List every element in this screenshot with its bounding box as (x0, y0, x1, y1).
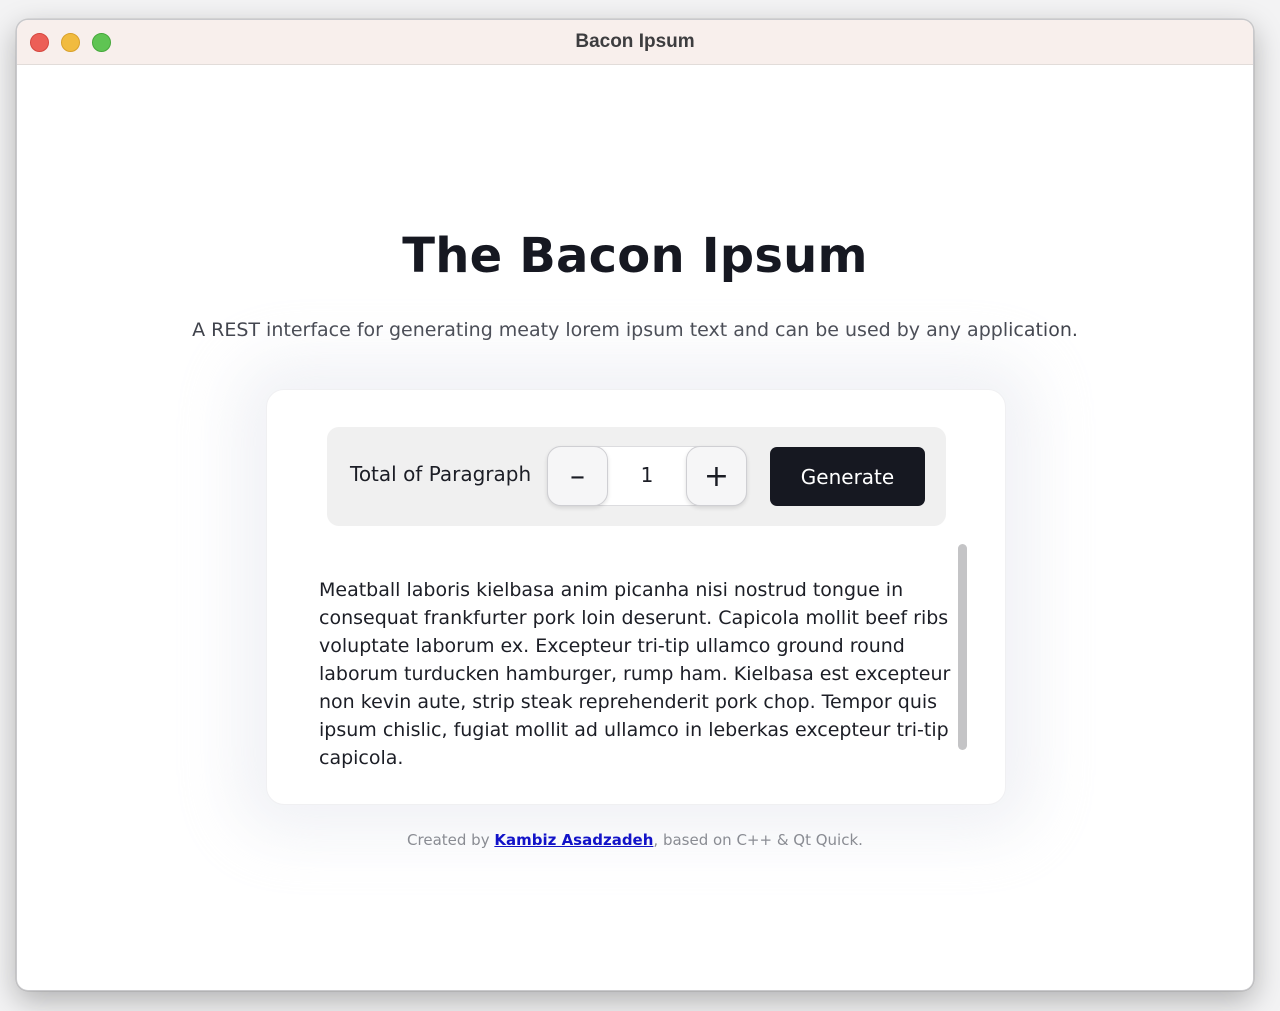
page-subtitle: A REST interface for generating meaty lo… (192, 319, 1078, 341)
increment-button[interactable]: + (686, 446, 747, 506)
footer-suffix: , based on C++ & Qt Quick. (653, 831, 863, 849)
title-bar[interactable]: Bacon Ipsum (17, 20, 1253, 65)
controls-bar: Total of Paragraph – 1 + Generate (327, 427, 946, 526)
app-window: Bacon Ipsum The Bacon Ipsum A REST inter… (16, 19, 1254, 991)
output-scrollbar[interactable] (958, 544, 967, 750)
paragraph-count-value[interactable]: 1 (608, 463, 686, 487)
generate-button[interactable]: Generate (770, 447, 925, 506)
paragraph-count-label: Total of Paragraph (350, 462, 532, 486)
generator-card: Total of Paragraph – 1 + Generate Meatba… (266, 389, 1006, 805)
main-content: The Bacon Ipsum A REST interface for gen… (17, 65, 1253, 990)
generated-text[interactable]: Meatball laboris kielbasa anim picanha n… (319, 576, 959, 772)
footer-prefix: Created by (407, 831, 495, 849)
footer-credits: Created by Kambiz Asadzadeh, based on C+… (17, 831, 1253, 849)
decrement-button[interactable]: – (547, 446, 608, 506)
window-title: Bacon Ipsum (575, 31, 695, 52)
paragraph-count-stepper: – 1 + (547, 446, 747, 506)
author-link[interactable]: Kambiz Asadzadeh (494, 831, 653, 849)
page-title: The Bacon Ipsum (402, 228, 868, 284)
